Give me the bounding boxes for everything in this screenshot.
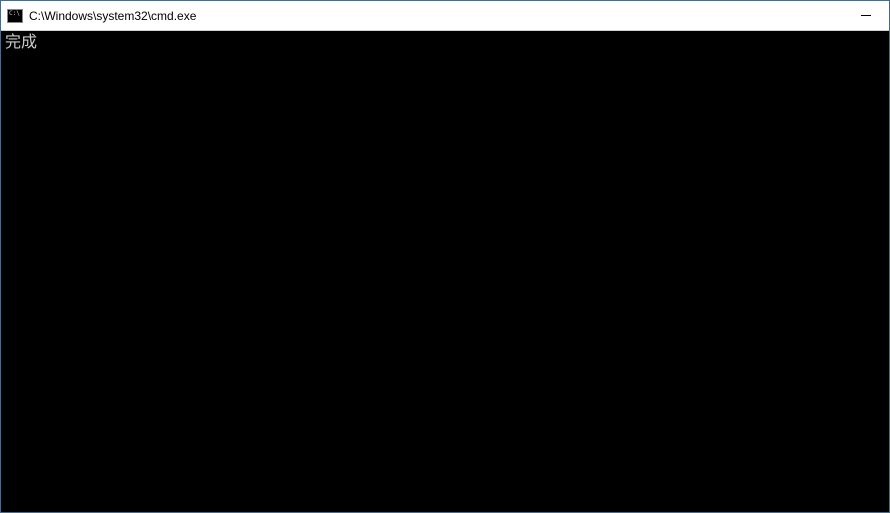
titlebar[interactable]: C:\Windows\system32\cmd.exe [1,1,889,31]
minimize-button[interactable] [843,1,889,30]
terminal-output[interactable]: 完成 [1,31,889,512]
window-controls [843,1,889,30]
cmd-icon [7,9,23,23]
minimize-icon [861,15,871,16]
cmd-window: C:\Windows\system32\cmd.exe 完成 [0,0,890,513]
window-title: C:\Windows\system32\cmd.exe [29,9,843,23]
terminal-line: 完成 [5,33,885,51]
